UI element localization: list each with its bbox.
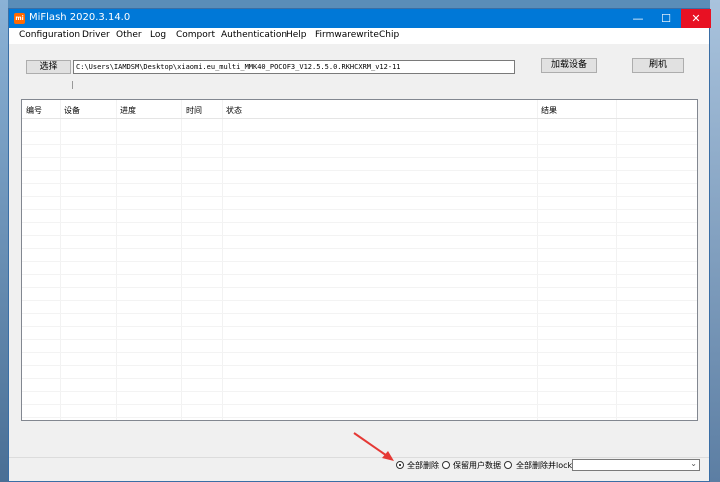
device-table[interactable]: 编号 设备 进度 时间 状态 结果 (21, 99, 698, 421)
table-row-divider (22, 365, 697, 366)
table-row-divider (22, 313, 697, 314)
menu-other[interactable]: Other (116, 30, 142, 40)
radio-label-save-user-data[interactable]: 保留用户数据 (453, 460, 501, 471)
table-row-divider (22, 157, 697, 158)
radio-clean-all-and-lock[interactable] (504, 461, 512, 469)
table-row-divider (22, 170, 697, 171)
column-header-device[interactable]: 设备 (64, 105, 80, 116)
menu-chip[interactable]: Chip (379, 30, 399, 40)
table-row-divider (22, 339, 697, 340)
table-row-divider (22, 404, 697, 405)
table-row-divider (22, 131, 697, 132)
table-row-divider (22, 417, 697, 418)
chevron-down-icon: ⌄ (690, 459, 697, 468)
miflash-window: mi MiFlash 2020.3.14.0 — ☐ ✕ Configurati… (8, 8, 711, 482)
radio-label-clean-all-and-lock[interactable]: 全部删除并lock (516, 460, 572, 471)
table-row-divider (22, 248, 697, 249)
radio-save-user-data[interactable] (442, 461, 450, 469)
window-title: MiFlash 2020.3.14.0 (29, 12, 131, 23)
table-row-divider (22, 222, 697, 223)
text-cursor (72, 81, 73, 89)
table-row-divider (22, 274, 697, 275)
annotation-arrow-icon (353, 432, 394, 461)
firmware-path-input[interactable]: C:\Users\IAMDSM\Desktop\xiaomi.eu_multi_… (73, 60, 515, 74)
menu-driver[interactable]: Driver (82, 30, 110, 40)
column-header-time[interactable]: 时间 (186, 105, 202, 116)
table-row-divider (22, 209, 697, 210)
device-dropdown[interactable]: ⌄ (572, 459, 700, 471)
menu-firmwarewrite[interactable]: Firmwarewrite (315, 30, 379, 40)
table-row-divider (22, 261, 697, 262)
mi-app-icon: mi (14, 13, 25, 24)
menu-configuration[interactable]: Configuration (19, 30, 80, 40)
menu-comport[interactable]: Comport (176, 30, 215, 40)
desktop-background-right (710, 0, 720, 482)
table-row-divider (22, 378, 697, 379)
table-header-divider (22, 118, 697, 119)
column-header-id[interactable]: 编号 (26, 105, 42, 116)
table-row-divider (22, 287, 697, 288)
flash-button[interactable]: 刷机 (632, 58, 684, 73)
desktop-background-left (0, 0, 8, 482)
table-row-divider (22, 196, 697, 197)
select-folder-button[interactable]: 选择 (26, 60, 71, 74)
menu-log[interactable]: Log (150, 30, 166, 40)
column-header-status[interactable]: 状态 (226, 105, 242, 116)
close-button[interactable]: ✕ (681, 9, 711, 28)
table-row-divider (22, 326, 697, 327)
table-row-divider (22, 300, 697, 301)
table-row-divider (22, 183, 697, 184)
minimize-button[interactable]: — (624, 9, 652, 28)
menu-bar: Configuration Driver Other Log Comport A… (9, 28, 709, 44)
radio-label-clean-all[interactable]: 全部删除 (407, 460, 439, 471)
column-header-result[interactable]: 结果 (541, 105, 557, 116)
table-row-divider (22, 144, 697, 145)
title-bar[interactable]: mi MiFlash 2020.3.14.0 — ☐ ✕ (9, 9, 711, 28)
table-row-divider (22, 352, 697, 353)
maximize-button[interactable]: ☐ (652, 9, 680, 28)
table-row-divider (22, 235, 697, 236)
menu-authentication[interactable]: Authentication (221, 30, 287, 40)
table-row-divider (22, 391, 697, 392)
load-device-button[interactable]: 加载设备 (541, 58, 597, 73)
column-header-progress[interactable]: 进度 (120, 105, 136, 116)
menu-help[interactable]: Help (286, 30, 307, 40)
